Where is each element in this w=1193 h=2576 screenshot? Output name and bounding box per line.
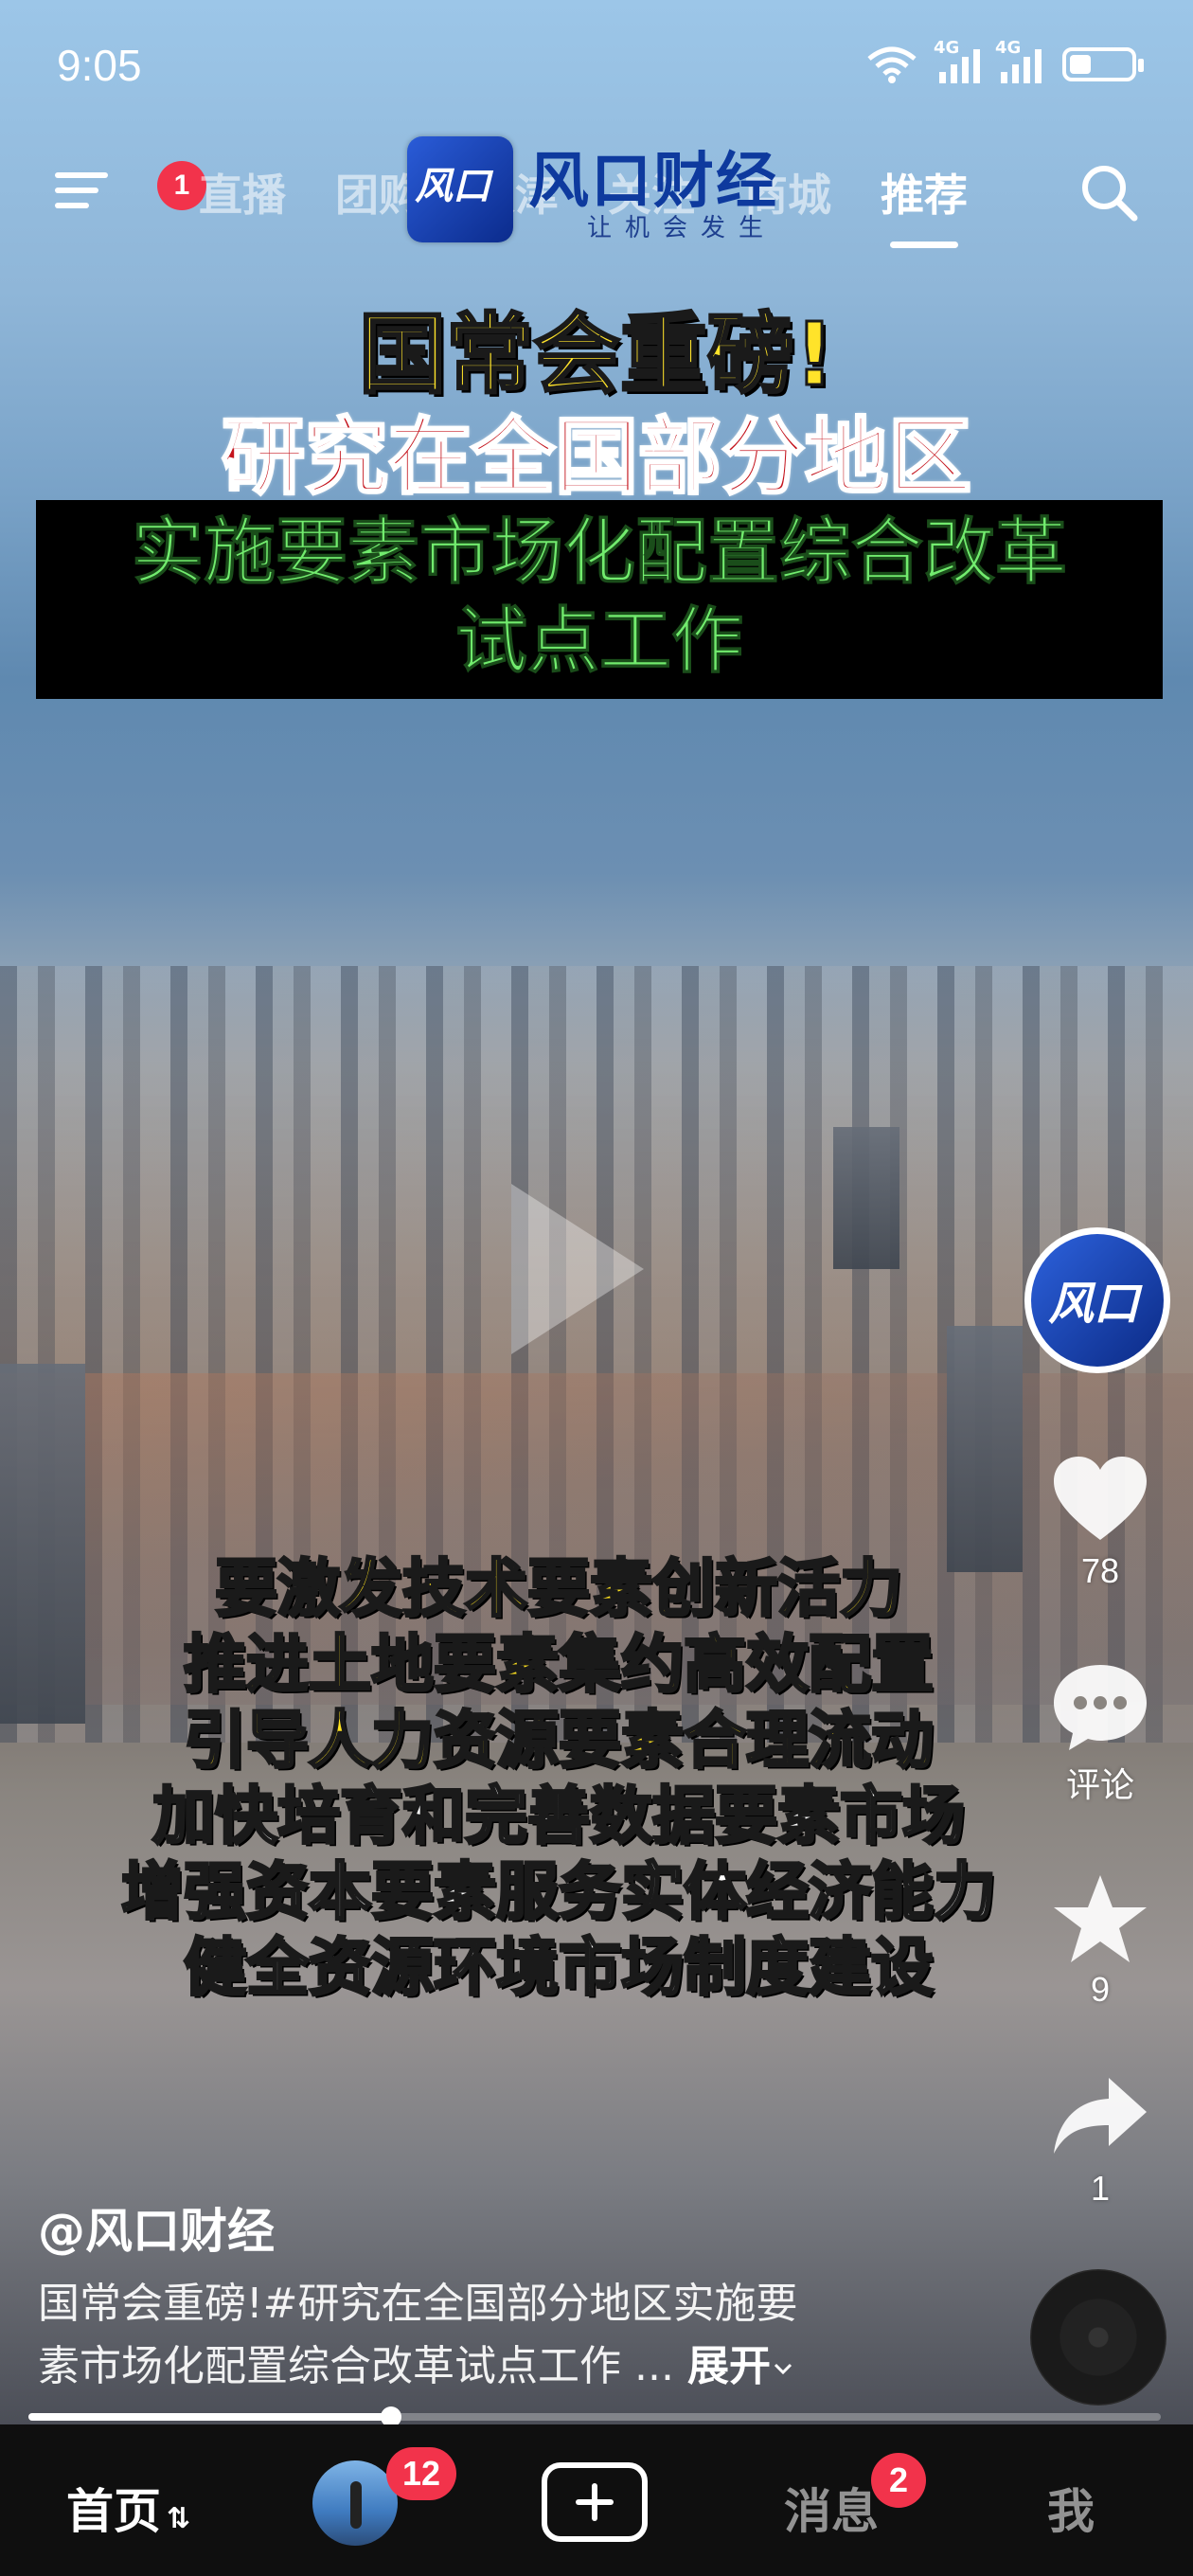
tab-live[interactable]: 直播	[199, 161, 286, 224]
subtitle-line: 加快培育和完善数据要素市场	[151, 1779, 967, 1854]
comment-button[interactable]: 评论	[1042, 1659, 1159, 1807]
status-bar: 9:05 4G 4G	[0, 0, 1193, 133]
favorite-count: 9	[1090, 1970, 1111, 2009]
building	[833, 1127, 899, 1269]
headline-3-line-2: 试点工作	[455, 599, 744, 684]
create-post-button[interactable]	[542, 2462, 648, 2542]
post-description-line-2: 素市场化配置综合改革试点工作 ... 展开	[38, 2335, 985, 2398]
subtitle-line: 要激发技术要素创新活力	[214, 1551, 904, 1627]
person-figure	[350, 2481, 362, 2529]
menu-icon-line	[55, 188, 98, 193]
tab-messages[interactable]: 消息	[784, 2474, 879, 2542]
brand-name: 风口财经	[528, 146, 778, 217]
search-icon[interactable]	[1076, 159, 1142, 225]
comment-label: 评论	[1065, 1765, 1134, 1804]
battery-icon	[1062, 47, 1144, 81]
tab-me[interactable]: 我	[1047, 2474, 1095, 2542]
wifi-icon	[867, 46, 917, 83]
brand-slogan: 让机会发生	[587, 214, 777, 242]
brand-logo: 风口	[407, 136, 513, 242]
subtitle-line: 推进土地要素集约高效配置	[183, 1627, 935, 1703]
like-count: 78	[1080, 1551, 1120, 1590]
progress-fill	[28, 2413, 391, 2421]
author-avatar[interactable]: 风口	[1024, 1227, 1170, 1373]
system-icons: 4G 4G	[865, 38, 1144, 83]
star-icon	[1054, 1875, 1147, 1962]
subtitle-line: 引导人力资源要素合理流动	[183, 1703, 935, 1779]
expand-button[interactable]: 展开	[687, 2342, 795, 2390]
video-subtitles: 要激发技术要素创新活力 推进土地要素集约高效配置 引导人力资源要素合理流动 加快…	[0, 1551, 1117, 2006]
video-progress-bar[interactable]	[28, 2406, 1161, 2427]
expand-label: 展开	[686, 2342, 771, 2390]
music-disc-icon[interactable]	[1030, 2269, 1166, 2406]
chevron-down-icon	[774, 2363, 792, 2375]
brand-watermark: 风口 风口财经 让机会发生	[407, 133, 795, 246]
share-count: 1	[1090, 2169, 1111, 2208]
post-description-line-1: 国常会重磅!#研究在全国部分地区实施要	[38, 2280, 798, 2328]
friends-badge: 12	[386, 2447, 456, 2500]
headline-2: 研究在全国部分地区	[220, 407, 972, 508]
author-avatar-text: 风口	[1048, 1278, 1140, 1331]
building	[947, 1326, 1023, 1572]
heart-icon	[1054, 1457, 1147, 1540]
headline-3-line-1: 实施要素市场化配置综合改革	[132, 510, 1068, 595]
share-button[interactable]: 1	[1042, 2070, 1159, 2209]
messages-badge: 2	[871, 2453, 926, 2508]
menu-icon-line	[55, 203, 89, 208]
subtitle-line: 增强资本要素服务实体经济能力	[120, 1854, 998, 1930]
tab-home[interactable]: 首页 ⇅	[66, 2474, 190, 2542]
headline-3: 实施要素市场化配置综合改革 试点工作	[36, 508, 1163, 686]
favorite-button[interactable]: 9	[1042, 1871, 1159, 2010]
post-author[interactable]: @风口财经	[38, 2193, 275, 2262]
switch-icon: ⇅	[167, 2502, 191, 2535]
battery-level	[1070, 55, 1091, 74]
friends-avatar[interactable]	[312, 2460, 398, 2546]
network-type-label: 4G	[995, 38, 1022, 58]
share-icon	[1054, 2078, 1147, 2154]
signal-icon-2: 4G	[995, 38, 1042, 83]
tab-home-label: 首页	[66, 2484, 161, 2539]
status-time: 9:05	[57, 41, 142, 90]
post-description[interactable]: 国常会重磅!#研究在全国部分地区实施要 素市场化配置综合改革试点工作 ... 展…	[38, 2273, 985, 2398]
signal-icon-1: 4G	[934, 38, 980, 83]
menu-button[interactable]: 1	[55, 161, 206, 214]
brand-logo-text: 风口	[415, 165, 490, 208]
post-description-line-2-text: 素市场化配置综合改革试点工作 ...	[38, 2342, 674, 2390]
subtitle-line: 健全资源环境市场制度建设	[183, 1930, 935, 2006]
tab-recommended[interactable]: 推荐	[881, 161, 968, 248]
network-type-label: 4G	[934, 38, 960, 58]
bottom-tab-bar: 首页 ⇅ 12 消息 2 我	[0, 2424, 1193, 2576]
comment-icon	[1054, 1665, 1147, 1750]
play-icon[interactable]	[492, 1174, 653, 1364]
menu-icon-line	[55, 172, 108, 178]
like-button[interactable]: 78	[1042, 1453, 1159, 1591]
